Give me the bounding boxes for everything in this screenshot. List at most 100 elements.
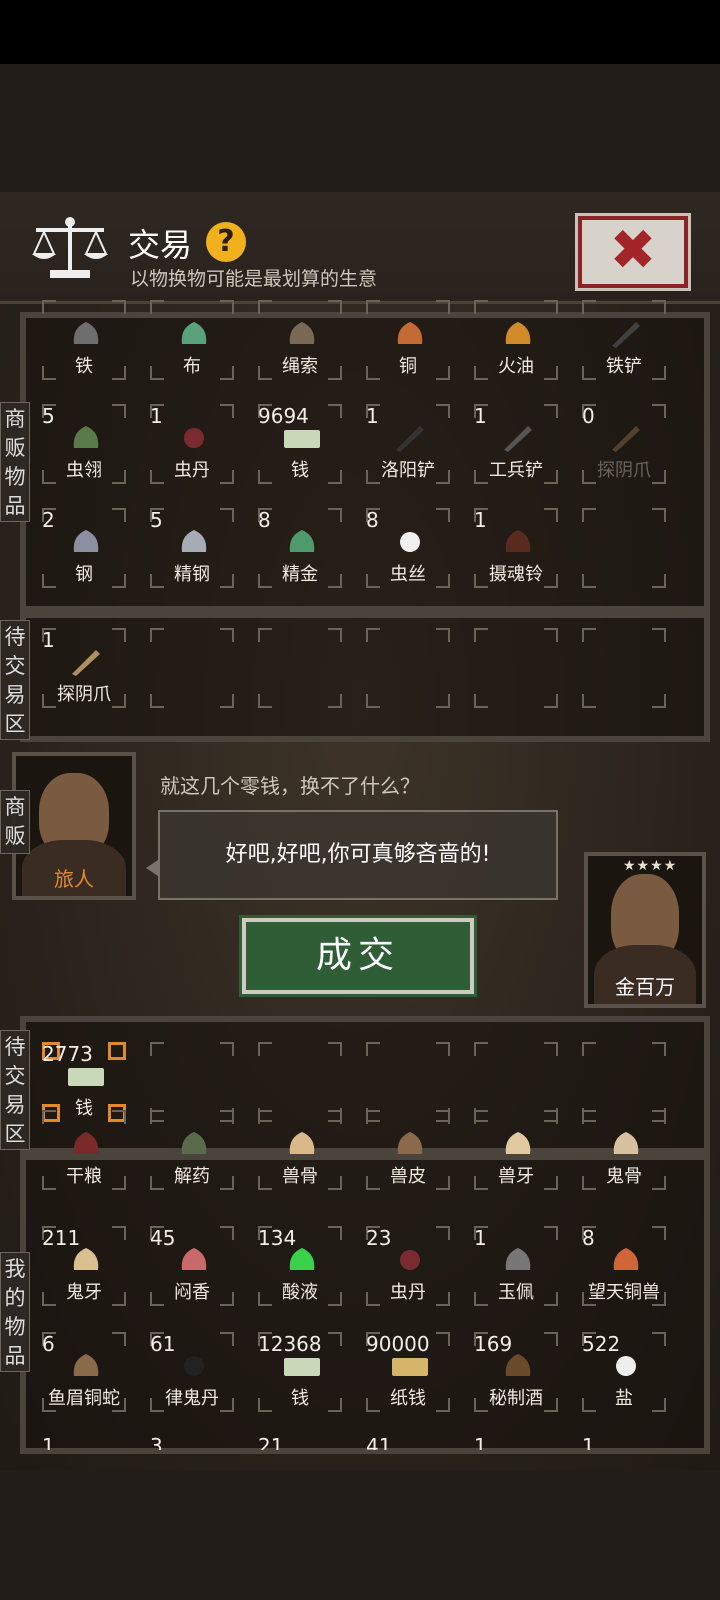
item-name: 探阴爪 (597, 460, 651, 481)
slot-corner (436, 508, 450, 522)
item-name: 鬼牙 (66, 1282, 102, 1303)
slot-corner (112, 508, 126, 522)
item-count: 1 (150, 404, 163, 428)
item-name: 盐 (615, 1388, 633, 1409)
item-count: 522 (582, 1332, 621, 1356)
my-item-slot[interactable]: 干粮 (38, 1106, 130, 1194)
empty-slot[interactable] (578, 504, 670, 592)
empty-slot[interactable] (254, 624, 346, 712)
my-item-slot[interactable]: 兽骨 (254, 1106, 346, 1194)
item-name: 纸钱 (390, 1388, 426, 1409)
item-count: 3 (150, 1436, 163, 1450)
merchant-item-slot[interactable]: 1 洛阳铲 (362, 400, 454, 488)
slot-corner (544, 1110, 558, 1124)
empty-slot[interactable] (146, 624, 238, 712)
deal-button[interactable]: 成交 (239, 915, 477, 997)
item-name: 铁 (75, 356, 93, 377)
item-name: 钱 (291, 460, 309, 481)
merchant-item-slot[interactable]: 5 精钢 (146, 504, 238, 592)
cloth-icon (181, 322, 207, 344)
slot-corner (652, 1110, 666, 1124)
slot-corner (544, 694, 558, 708)
merchant-item-slot[interactable]: 铜 (362, 296, 454, 384)
merchant-item-slot[interactable]: 铁铲 (578, 296, 670, 384)
my-item-slot[interactable]: 1 玉佩 (470, 1222, 562, 1310)
my-item-slot[interactable]: 211 鬼牙 (38, 1222, 130, 1310)
merchant-item-slot[interactable]: 2钢 (38, 504, 130, 592)
my-item-slot[interactable]: 解药 (146, 1106, 238, 1194)
my-item-slot[interactable]: 鬼骨 (578, 1106, 670, 1194)
empty-slot[interactable] (470, 624, 562, 712)
slot-corner (652, 1042, 666, 1056)
merchant-item-slot[interactable]: 布 (146, 296, 238, 384)
my-item-slot[interactable]: 23 虫丹 (362, 1222, 454, 1310)
merchant-item-slot[interactable]: 5 虫翎 (38, 400, 130, 488)
my-item-slot[interactable]: 522 盐 (578, 1328, 670, 1416)
ghost-bone-icon (613, 1132, 639, 1154)
merchant-item-slot[interactable]: 9694 钱 (254, 400, 346, 488)
merchant-portrait[interactable]: 旅人 (12, 752, 136, 900)
merchant-item-slot[interactable]: 铁 (38, 296, 130, 384)
merchant-item-slot[interactable]: 0 探阴爪 (578, 400, 670, 488)
insect-pill-icon (184, 428, 204, 448)
insect-feather-icon (73, 426, 99, 448)
slot-corner (150, 300, 164, 314)
slot-corner (42, 300, 56, 314)
item-name: 玉佩 (498, 1282, 534, 1303)
my-item-slot[interactable]: 6 鱼眉铜蛇 (38, 1328, 130, 1416)
item-count: 2773 (42, 1042, 93, 1066)
slot-corner (328, 404, 342, 418)
item-name: 钢 (75, 564, 93, 585)
slot-corner (108, 1042, 126, 1060)
merchant-item-slot[interactable]: 1 工兵铲 (470, 400, 562, 488)
player-portrait[interactable]: 金百万 (584, 852, 706, 1008)
slot-corner (474, 300, 488, 314)
merchant-name: 旅人 (54, 867, 94, 891)
item-count: 1 (582, 1436, 595, 1450)
item-name: 律鬼丹 (165, 1388, 219, 1409)
merchant-pending-slot[interactable]: 1 探阴爪 (38, 624, 130, 712)
my-item-slot[interactable]: 169 秘制酒 (470, 1328, 562, 1416)
slot-corner (258, 1042, 272, 1056)
empty-slot[interactable] (362, 624, 454, 712)
close-button[interactable]: ✖ (575, 213, 691, 291)
merchant-item-slot[interactable]: 8 精金 (254, 504, 346, 592)
my-item-slot[interactable]: 8 望天铜兽 (578, 1222, 670, 1310)
slot-corner (436, 694, 450, 708)
item-count: 8 (258, 508, 271, 532)
slot-corner (582, 628, 596, 642)
my-item-slot[interactable]: 61 律鬼丹 (146, 1328, 238, 1416)
merchant-item-slot[interactable]: 1 摄魂铃 (470, 504, 562, 592)
slot-corner (112, 1110, 126, 1124)
item-name: 虫丝 (390, 564, 426, 585)
my-item-slot[interactable]: 45 闷香 (146, 1222, 238, 1310)
my-item-slot[interactable]: 兽皮 (362, 1106, 454, 1194)
empty-slot[interactable] (578, 624, 670, 712)
item-count: 61 (150, 1332, 176, 1356)
jade-icon (505, 1248, 531, 1270)
slot-corner (582, 574, 596, 588)
ghost-pill-icon (184, 1356, 204, 1376)
item-name: 铜 (399, 356, 417, 377)
merchant-item-slot[interactable]: 绳索 (254, 296, 346, 384)
slot-corner (220, 1110, 234, 1124)
slot-corner (582, 300, 596, 314)
merchant-item-slot[interactable]: 8 虫丝 (362, 504, 454, 592)
my-item-slot[interactable]: 兽牙 (470, 1106, 562, 1194)
my-item-slot[interactable]: 134 酸液 (254, 1222, 346, 1310)
my-item-slot[interactable]: 90000 纸钱 (362, 1328, 454, 1416)
dry-food-icon (73, 1132, 99, 1154)
help-icon[interactable]: ? (206, 222, 246, 262)
slot-corner (258, 300, 272, 314)
soul-bell-icon (505, 530, 531, 552)
my-item-slot[interactable]: 12368 钱 (254, 1328, 346, 1416)
slot-corner (474, 1042, 488, 1056)
slot-corner (366, 628, 380, 642)
luoyang-shovel-icon (396, 426, 424, 452)
item-name: 兽皮 (390, 1166, 426, 1187)
item-name: 铁铲 (606, 356, 642, 377)
scale-icon (32, 217, 108, 278)
slot-corner (220, 404, 234, 418)
merchant-item-slot[interactable]: 火油 (470, 296, 562, 384)
merchant-item-slot[interactable]: 1 虫丹 (146, 400, 238, 488)
